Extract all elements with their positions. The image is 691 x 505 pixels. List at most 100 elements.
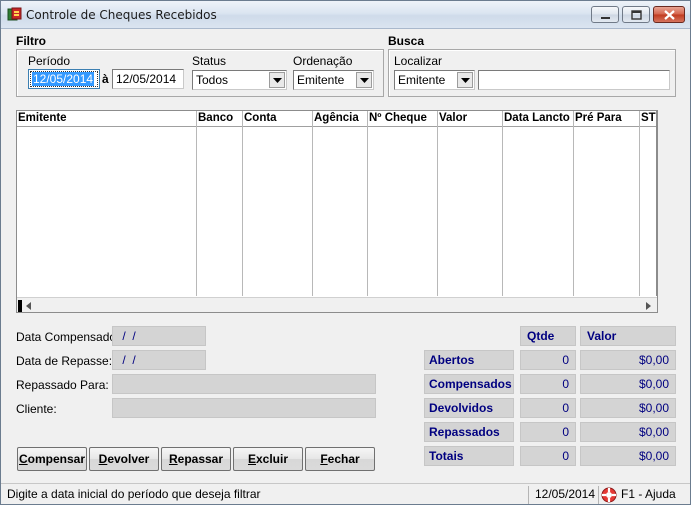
ordenacao-value: Emitente [297, 73, 345, 87]
grid-divider [437, 111, 438, 296]
main-window: Controle de Cheques Recebidos Filtro Per… [0, 0, 691, 505]
excluir-label: xcluir [256, 452, 289, 466]
col-conta[interactable]: Conta [244, 112, 277, 124]
grid-horizontal-scrollbar[interactable] [17, 297, 657, 312]
repassados-label: Repassados [424, 422, 514, 442]
compensados-label: Compensados [424, 374, 514, 394]
data-repasse-field[interactable]: / / [112, 350, 206, 370]
col-emitente[interactable]: Emitente [18, 112, 67, 124]
date-from-input[interactable]: 12/05/2014 [28, 69, 100, 89]
date-to-input[interactable]: 12/05/2014 [112, 69, 184, 89]
col-n-cheque[interactable]: Nº Cheque [369, 112, 427, 124]
repassado-para-field[interactable] [112, 374, 376, 394]
status-hint: Digite a data inicial do período que des… [7, 487, 261, 501]
help-label: F1 - Ajuda [621, 487, 676, 501]
status-select[interactable]: Todos [192, 70, 287, 90]
excluir-mnemonic: E [247, 452, 256, 466]
repassado-para-label: Repassado Para: [16, 378, 109, 392]
grid-divider [639, 111, 640, 296]
window-title: Controle de Cheques Recebidos [26, 8, 217, 22]
busca-title: Busca [388, 34, 425, 48]
grid-divider [502, 111, 503, 296]
minimize-icon [601, 17, 610, 19]
devolvidos-qtde: 0 [520, 398, 576, 418]
chevron-down-icon [273, 78, 282, 83]
repassar-mnemonic: R [168, 452, 178, 466]
devolver-mnemonic: D [98, 452, 108, 466]
grid-divider [367, 111, 368, 296]
grid-right-edge [656, 111, 657, 296]
localizar-dropdown-arrow[interactable] [457, 72, 473, 88]
qtde-header: Qtde [520, 326, 576, 346]
excluir-button[interactable]: Excluir [233, 447, 303, 471]
localizar-search-input[interactable] [478, 70, 670, 90]
ordenacao-dropdown-arrow[interactable] [356, 72, 372, 88]
title-bar[interactable]: Controle de Cheques Recebidos [1, 1, 690, 29]
repassados-qtde: 0 [520, 422, 576, 442]
app-icon [7, 7, 22, 21]
compensar-label: ompensar [27, 452, 86, 466]
status-label: Status [192, 54, 227, 68]
totais-label: Totais [424, 446, 514, 466]
fechar-label: echar [327, 452, 360, 466]
data-repasse-label: Data de Repasse: [16, 354, 113, 368]
status-help[interactable]: F1 - Ajuda [598, 486, 688, 504]
devolvidos-label: Devolvidos [424, 398, 514, 418]
devolver-label: evolver [107, 452, 150, 466]
fechar-button[interactable]: Fechar [305, 447, 375, 471]
grid-divider [312, 111, 313, 296]
repassar-button[interactable]: Repassar [161, 447, 231, 471]
repassar-label: epassar [177, 452, 224, 466]
ordenacao-label: Ordenação [293, 54, 353, 68]
scroll-thumb[interactable] [18, 300, 22, 312]
col-valor[interactable]: Valor [439, 112, 467, 124]
cheques-grid[interactable]: Emitente Banco Conta Agência Nº Cheque V… [16, 110, 658, 313]
status-dropdown-arrow[interactable] [269, 72, 285, 88]
totais-qtde: 0 [520, 446, 576, 466]
devolvidos-valor: $0,00 [580, 398, 676, 418]
data-compensado-label: Data Compensado: [16, 330, 120, 344]
grid-header: Emitente Banco Conta Agência Nº Cheque V… [17, 111, 657, 127]
compensados-valor: $0,00 [580, 374, 676, 394]
scroll-right-icon[interactable] [646, 302, 651, 310]
periodo-label: Período [28, 54, 71, 68]
minimize-button[interactable] [591, 6, 619, 23]
col-pre-para[interactable]: Pré Para [575, 112, 622, 124]
status-date: 12/05/2014 [528, 486, 597, 504]
close-button[interactable] [653, 6, 685, 23]
scroll-left-icon[interactable] [26, 302, 31, 310]
compensados-qtde: 0 [520, 374, 576, 394]
col-banco[interactable]: Banco [198, 112, 233, 124]
chevron-down-icon [360, 78, 369, 83]
ordenacao-select[interactable]: Emitente [293, 70, 374, 90]
status-value: Todos [196, 73, 229, 87]
date-from-value: 12/05/2014 [32, 72, 95, 86]
data-compensado-field[interactable]: / / [112, 326, 206, 346]
localizar-field-value: Emitente [398, 73, 446, 87]
repassados-valor: $0,00 [580, 422, 676, 442]
close-icon [664, 10, 675, 20]
abertos-qtde: 0 [520, 350, 576, 370]
localizar-label: Localizar [394, 54, 443, 68]
status-bar: Digite a data inicial do período que des… [1, 483, 690, 504]
restore-icon [631, 10, 642, 20]
abertos-valor: $0,00 [580, 350, 676, 370]
cliente-field[interactable] [112, 398, 376, 418]
fechar-mnemonic: F [320, 452, 328, 466]
chevron-down-icon [461, 78, 470, 83]
col-st[interactable]: ST [641, 112, 657, 124]
grid-divider [242, 111, 243, 296]
col-agencia[interactable]: Agência [314, 112, 359, 124]
maximize-button[interactable] [622, 6, 650, 23]
abertos-label: Abertos [424, 350, 514, 370]
devolver-button[interactable]: Devolver [89, 447, 159, 471]
grid-divider [573, 111, 574, 296]
totais-valor: $0,00 [580, 446, 676, 466]
cliente-label: Cliente: [16, 402, 57, 416]
localizar-field-select[interactable]: Emitente [394, 70, 475, 90]
compensar-mnemonic: C [18, 452, 28, 466]
col-data-lancto[interactable]: Data Lancto [504, 112, 570, 124]
grid-divider [196, 111, 197, 296]
compensar-button[interactable]: Compensar [17, 447, 87, 471]
filtro-title: Filtro [16, 34, 46, 48]
